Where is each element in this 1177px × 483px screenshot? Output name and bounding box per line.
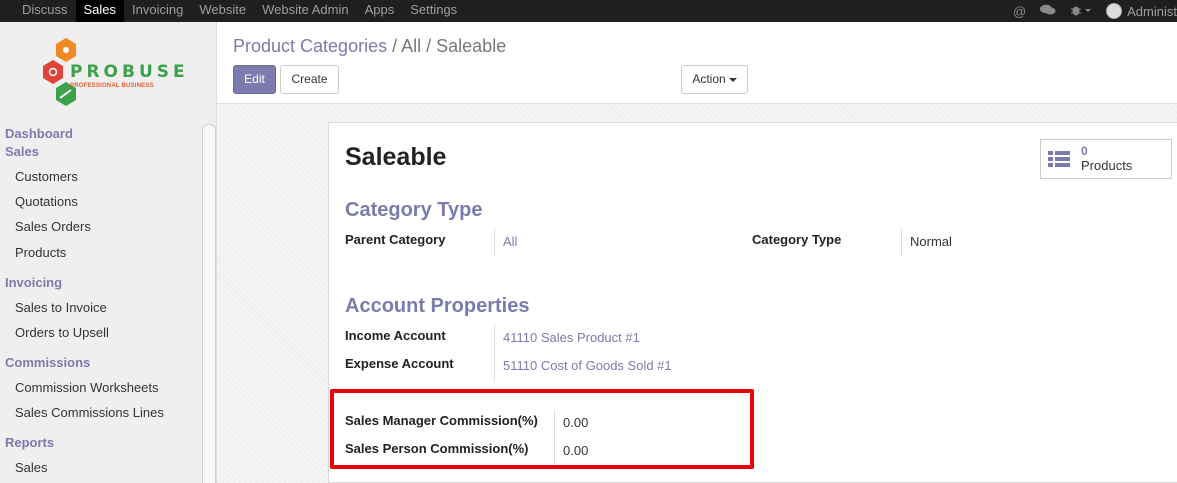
sidebar-scrollbar[interactable] [202,124,216,483]
breadcrumb: Product Categories / All / Saleable [233,36,506,57]
edit-button[interactable]: Edit [233,65,276,94]
field-divider [494,229,495,257]
expense-account-value[interactable]: 51110 Cost of Goods Sold #1 [503,358,672,373]
avatar[interactable] [1106,3,1123,19]
menu-sales[interactable]: Sales [75,0,125,22]
company-logo: PROBUSE PROFESSIONAL BUSINESS [40,36,185,112]
systray: @ Administ [1013,0,1177,22]
breadcrumb-current: All / Saleable [401,36,507,56]
menu-apps[interactable]: Apps [357,0,403,22]
bug-icon[interactable] [1070,4,1092,19]
parent-category-label: Parent Category [345,232,446,247]
field-divider [494,325,495,381]
sidebar-item-sales-to-invoice[interactable]: Sales to Invoice [15,300,107,315]
action-dropdown[interactable]: Action [681,65,748,94]
app-menu: Discuss Sales Invoicing Website Website … [14,0,465,22]
products-stat-button[interactable]: 0 Products [1040,139,1172,179]
field-divider [901,229,902,257]
sidebar: PROBUSE PROFESSIONAL BUSINESS Dashboard … [0,22,217,483]
products-label: Products [1081,158,1133,173]
parent-category-value[interactable]: All [503,234,517,249]
products-count: 0 [1081,144,1088,158]
sidebar-item-reports-sales[interactable]: Sales [15,460,48,475]
income-account-value[interactable]: 41110 Sales Product #1 [503,330,640,345]
action-label: Action [692,72,726,86]
logo-name: PROBUSE [70,62,189,82]
section-account-properties: Account Properties [345,295,530,317]
category-type-value: Normal [910,234,952,249]
sidebar-section-sales: Sales [5,144,39,159]
section-category-type: Category Type [345,199,483,221]
sidebar-item-customers[interactable]: Customers [15,169,78,184]
category-type-label: Category Type [752,232,842,247]
sidebar-item-products[interactable]: Products [15,245,66,260]
menu-website-admin[interactable]: Website Admin [254,0,356,22]
at-icon[interactable]: @ [1013,4,1026,19]
highlight-box [330,389,754,469]
caret-down-icon [728,77,737,82]
menu-settings[interactable]: Settings [402,0,465,22]
sidebar-item-sales-commission-lines[interactable]: Sales Commissions Lines [15,405,164,420]
sidebar-item-sales-orders[interactable]: Sales Orders [15,219,91,234]
breadcrumb-separator: / [392,36,398,56]
breadcrumb-product-categories[interactable]: Product Categories [233,36,387,56]
create-button[interactable]: Create [280,65,339,94]
menu-invoicing[interactable]: Invoicing [124,0,191,22]
sidebar-section-invoicing: Invoicing [5,275,63,290]
list-icon [1048,151,1070,167]
logo-tagline: PROFESSIONAL BUSINESS [70,83,154,89]
sidebar-item-quotations[interactable]: Quotations [15,194,78,209]
expense-account-label: Expense Account [345,356,454,371]
menu-website[interactable]: Website [191,0,254,22]
record-title: Saleable [345,143,447,171]
sidebar-section-reports: Reports [5,435,55,450]
user-menu[interactable]: Administ [1127,4,1177,19]
sidebar-item-commission-worksheets[interactable]: Commission Worksheets [15,380,159,395]
income-account-label: Income Account [345,328,446,343]
top-navbar: Discuss Sales Invoicing Website Website … [0,0,1177,22]
sidebar-item-orders-to-upsell[interactable]: Orders to Upsell [15,325,109,340]
menu-discuss[interactable]: Discuss [14,0,76,22]
sidebar-section-commissions: Commissions [5,355,91,370]
sidebar-item-dashboard[interactable]: Dashboard [5,126,73,141]
chat-icon[interactable] [1040,4,1056,19]
